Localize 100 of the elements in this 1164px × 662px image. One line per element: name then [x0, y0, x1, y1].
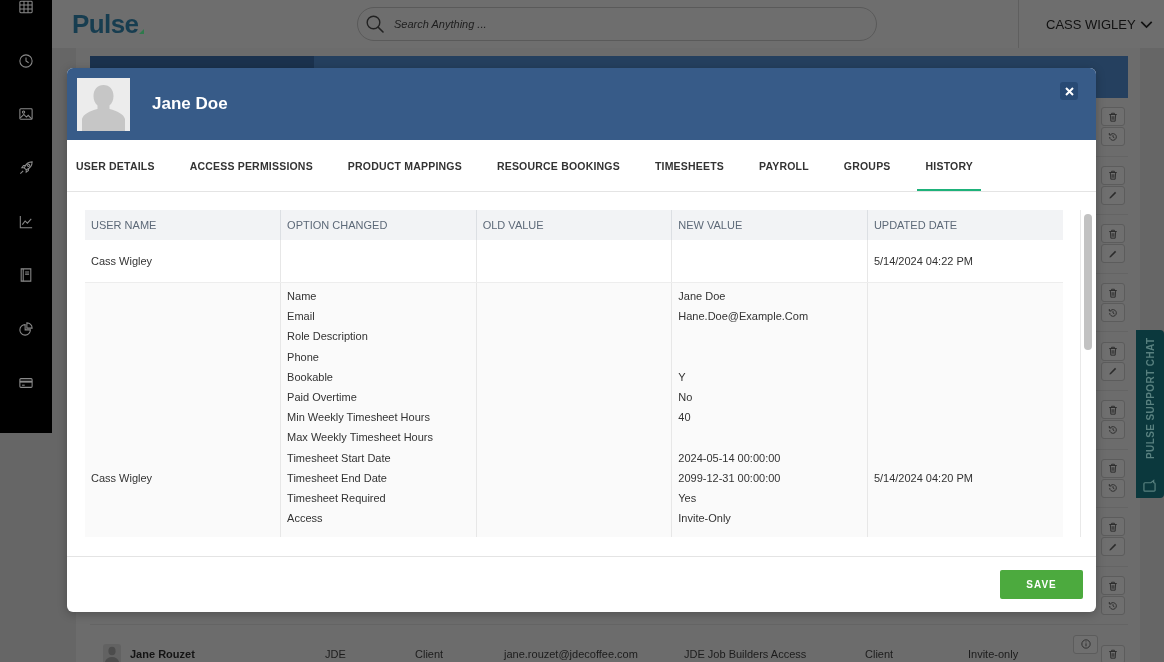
delete-button[interactable] — [1101, 283, 1125, 303]
delete-button[interactable] — [1101, 517, 1125, 537]
delete-button[interactable] — [1101, 107, 1125, 127]
history-icon — [1108, 131, 1118, 142]
trash-icon — [1108, 463, 1118, 474]
close-button[interactable] — [1060, 82, 1078, 100]
changed-option: Role Description — [287, 326, 470, 347]
trash-icon — [1108, 649, 1118, 660]
grid-icon[interactable] — [19, 0, 33, 14]
edit-button[interactable] — [1101, 244, 1125, 264]
table-cell-text: Client — [865, 648, 895, 661]
changed-option: Phone — [287, 346, 470, 367]
new-value: 2099-12-31 00:00:00 — [678, 470, 782, 486]
new-value: Jane Doe — [678, 289, 727, 304]
history-button[interactable] — [1101, 478, 1125, 498]
trash-icon — [1108, 521, 1118, 532]
trash-icon — [1108, 404, 1118, 415]
close-icon — [1064, 86, 1074, 96]
history-button[interactable] — [1101, 303, 1125, 323]
column-header: OPTION CHANGED — [280, 210, 477, 240]
delete-button[interactable] — [1101, 224, 1125, 244]
pencil-icon — [1108, 190, 1118, 201]
history-icon — [1108, 483, 1118, 494]
delete-button[interactable] — [1101, 644, 1125, 662]
tab[interactable]: RESOURCE BOOKINGS — [487, 140, 628, 191]
new-value: 2024-05-14 00:00:00 — [678, 450, 782, 466]
trash-icon — [1108, 111, 1118, 122]
new-value: Yes — [678, 490, 698, 506]
info-icon — [1080, 639, 1091, 650]
edit-button[interactable] — [1101, 537, 1125, 557]
changed-option: Timesheet Start Date — [287, 447, 470, 468]
delete-button[interactable] — [1101, 576, 1125, 596]
edit-button[interactable] — [1101, 361, 1125, 381]
pie-chart-icon[interactable] — [19, 322, 33, 337]
chevron-down-icon — [1139, 19, 1153, 29]
table-cell-text: jane.rouzet@jdecoffee.com — [504, 648, 639, 661]
changed-option: Timesheet Required — [287, 487, 470, 509]
history-button[interactable] — [1101, 596, 1125, 616]
tab[interactable]: TIMESHEETS — [645, 140, 732, 191]
table-cell: Cass Wigley — [85, 282, 281, 537]
trash-icon — [1108, 229, 1118, 239]
new-value: 40 — [678, 410, 692, 426]
book-icon[interactable] — [19, 268, 33, 283]
logo-accent-icon — [139, 29, 145, 34]
history-button[interactable] — [1101, 127, 1125, 147]
table-cell-text: JDE — [325, 648, 347, 661]
modal-title: Jane Doe — [152, 94, 228, 114]
column-header: UPDATED DATE — [867, 210, 1063, 240]
pencil-icon — [1108, 541, 1118, 552]
changed-option: Name — [287, 286, 470, 307]
image-icon[interactable] — [19, 107, 33, 122]
history-icon — [1108, 307, 1118, 318]
table-cell-text: JDE Job Builders Access — [684, 648, 808, 661]
clock-icon[interactable] — [19, 53, 33, 68]
new-value: No — [678, 389, 694, 405]
delete-button[interactable] — [1101, 165, 1125, 185]
changed-option: Access — [287, 508, 470, 529]
changed-option: Email — [287, 306, 470, 327]
line-chart-icon[interactable] — [19, 214, 33, 229]
changed-option: Paid Overtime — [287, 386, 470, 408]
tab[interactable]: PRODUCT MAPPINGS — [338, 140, 470, 191]
tab[interactable]: GROUPS — [834, 140, 899, 191]
changed-option: Min Weekly Timesheet Hours — [287, 407, 470, 428]
table-cell-text: Invite-only — [968, 648, 1020, 661]
user-name: Jane Rouzet — [130, 648, 196, 661]
changed-option: Bookable — [287, 366, 470, 387]
column-header: NEW VALUE — [671, 210, 868, 240]
column-header: USER NAME — [85, 210, 281, 240]
table-cell: 5/14/2024 04:22 PM — [867, 240, 1063, 283]
edit-button[interactable] — [1101, 185, 1125, 205]
tab[interactable]: USER DETAILS — [67, 140, 163, 191]
history-icon — [1108, 424, 1118, 435]
history-button[interactable] — [1101, 420, 1125, 440]
pencil-icon — [1108, 366, 1118, 377]
delete-button[interactable] — [1101, 458, 1125, 478]
chat-bubble-icon — [1143, 479, 1157, 493]
scrollbar-thumb[interactable] — [1084, 214, 1092, 350]
logo-text: Pulse — [72, 9, 139, 39]
rocket-icon[interactable] — [19, 161, 33, 176]
tab[interactable]: ACCESS PERMISSIONS — [180, 140, 321, 191]
new-value: Invite-Only — [678, 511, 732, 527]
trash-icon — [1108, 170, 1118, 181]
changed-option: Timesheet End Date — [287, 467, 470, 488]
table-cell-text: Client — [415, 648, 445, 661]
trash-icon — [1108, 580, 1118, 591]
delete-button[interactable] — [1101, 341, 1125, 361]
changed-option: Max Weekly Timesheet Hours — [287, 427, 470, 448]
new-value: Y — [678, 369, 687, 385]
table-cell: Cass Wigley — [85, 240, 281, 283]
avatar-icon — [77, 77, 130, 131]
new-value: Hane.Doe@Example.Com — [678, 309, 810, 325]
info-button[interactable] — [1073, 634, 1098, 654]
delete-button[interactable] — [1101, 400, 1125, 420]
trash-icon — [1108, 287, 1118, 298]
tab[interactable]: PAYROLL — [750, 140, 817, 191]
search-icon — [366, 15, 384, 33]
tab[interactable]: HISTORY — [916, 140, 982, 191]
user-menu-button[interactable]: CASS WIGLEY — [1046, 16, 1153, 32]
credit-card-icon[interactable] — [19, 375, 33, 390]
search-field[interactable]: Search Anything ... — [357, 7, 877, 41]
